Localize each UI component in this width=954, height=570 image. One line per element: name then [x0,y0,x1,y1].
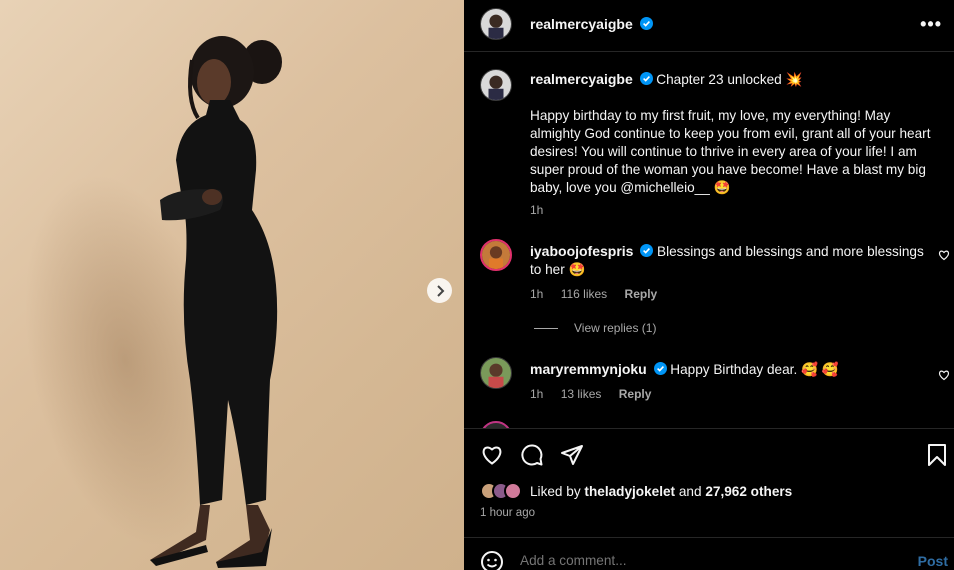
bookmark-icon[interactable] [926,443,948,467]
comment-text-line: maryremmynjoku Happy Birthday dear. 🥰 🥰 [530,360,935,379]
commenter-avatar[interactable] [480,357,512,389]
view-replies-label: View replies (1) [574,321,657,335]
verified-icon [640,17,654,30]
likes-prefix: Liked by [530,483,581,499]
commenter-avatar[interactable] [480,239,512,271]
comment-text: Happy Birthday dear. 🥰 🥰 [670,362,839,377]
comment-meta: 1h 116 likes Reply [530,287,671,301]
next-photo-button[interactable] [427,278,452,303]
more-options-icon[interactable]: ••• [920,14,942,35]
reply-button[interactable]: Reply [619,387,652,401]
caption-meta: 1h [530,203,557,217]
woman-figure [150,36,282,568]
reply-button[interactable]: Reply [625,287,658,301]
author-username[interactable]: realmercyaigbe [530,16,633,32]
like-comment-heart-icon[interactable] [938,369,950,381]
liker-username[interactable]: theladyjokelet [584,484,675,499]
replies-divider [534,328,558,330]
posted-time: 1 hour ago [480,507,535,519]
comment-input[interactable] [520,553,880,568]
view-replies-button[interactable]: View replies (1) [534,321,656,335]
liker-avatar[interactable] [504,482,522,500]
heart-icon[interactable] [480,443,504,467]
caption-body: Happy birthday to my first fruit, my lov… [530,108,931,195]
comment-meta: 1h 13 likes Reply [530,387,665,401]
comment-likes[interactable]: 116 likes [561,287,607,301]
like-comment-heart-icon[interactable] [938,249,950,261]
likes-summary: Liked by theladyjokelet and 27,962 other… [480,482,792,500]
action-bar [464,428,954,480]
caption-username[interactable]: realmercyaigbe [530,71,633,87]
commenter-username[interactable]: iyaboojofespris [530,243,633,259]
caption-time: 1h [530,203,544,217]
comment-likes[interactable]: 13 likes [561,387,602,401]
post-photo [0,0,464,570]
next-arrow-icon [436,284,444,297]
caption-title: Chapter 23 unlocked 💥 [656,72,803,87]
commenter-avatar[interactable] [480,421,512,428]
author-avatar[interactable] [480,69,512,101]
post-header: realmercyaigbe ••• [464,0,954,52]
post-comment-button[interactable]: Post [918,553,948,569]
commenter-username[interactable]: maryremmynjoku [530,361,647,377]
verified-icon [639,72,653,85]
add-comment-bar: Post [464,537,954,570]
caption-title-line: realmercyaigbe Chapter 23 unlocked 💥 [530,70,935,89]
likes-text: Liked by theladyjokelet and 27,962 other… [530,484,792,499]
comments-list: realmercyaigbe Chapter 23 unlocked 💥 Hap… [464,53,954,428]
verified-icon [640,244,654,257]
comment-time: 1h [530,287,544,301]
comment-text-line: iyaboojofespris Blessings and blessings … [530,242,935,279]
likes-others-count[interactable]: 27,962 others [705,484,792,499]
comment-icon[interactable] [520,443,544,467]
share-icon[interactable] [560,443,584,467]
author-avatar[interactable] [480,8,512,40]
comment-time: 1h [530,387,544,401]
likes-and: and [678,483,702,499]
emoji-icon[interactable] [480,550,504,570]
verified-icon [653,362,667,375]
post-panel: realmercyaigbe ••• realmercyaigbe Chapte… [464,0,954,570]
